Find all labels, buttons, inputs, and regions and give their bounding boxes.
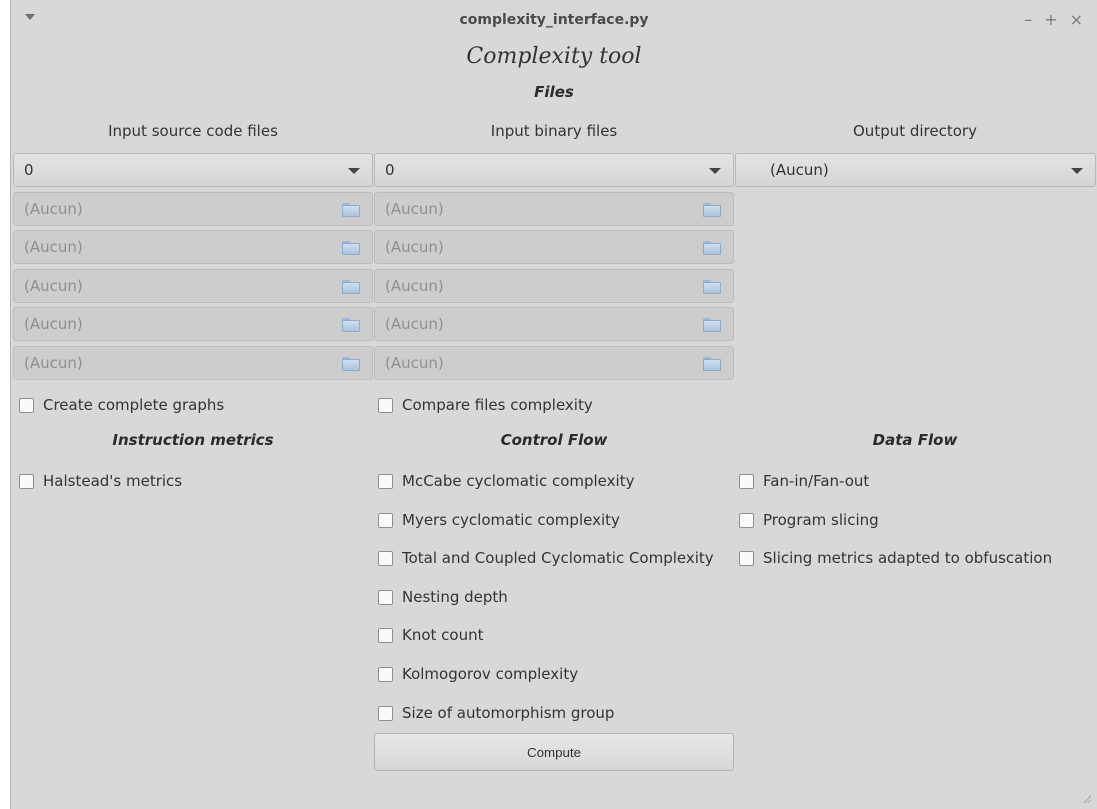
binary-files-count-value: 0 [385, 161, 395, 179]
source-file-chooser[interactable]: (Aucun) [13, 269, 373, 303]
folder-icon [703, 357, 721, 371]
checkbox-label: Total and Coupled Cyclomatic Complexity [402, 549, 714, 567]
fan-in-fan-out-checkbox[interactable]: Fan-in/Fan-out [739, 472, 869, 490]
checkbox-label: Myers cyclomatic complexity [402, 511, 620, 529]
slicing-obfuscation-checkbox[interactable]: Slicing metrics adapted to obfuscation [739, 549, 1052, 567]
kolmogorov-checkbox[interactable]: Kolmogorov complexity [378, 665, 578, 683]
output-directory-value: (Aucun) [770, 161, 829, 179]
checkbox-box[interactable] [739, 473, 754, 489]
source-file-chooser[interactable]: (Aucun) [13, 346, 373, 380]
binary-file-value: (Aucun) [385, 315, 444, 333]
files-section-title: Files [534, 83, 574, 101]
close-icon[interactable]: × [1070, 10, 1083, 29]
compare-files-checkbox[interactable]: Compare files complexity [378, 396, 593, 414]
folder-icon [703, 203, 721, 217]
source-file-value: (Aucun) [24, 238, 83, 256]
resize-grip-icon[interactable] [1083, 795, 1091, 803]
checkbox-label: Knot count [402, 626, 484, 644]
binary-file-chooser[interactable]: (Aucun) [374, 230, 734, 264]
binary-file-value: (Aucun) [385, 238, 444, 256]
binary-files-header: Input binary files [490, 122, 618, 140]
binary-files-count-select[interactable]: 0 [374, 153, 734, 187]
checkbox-label: Size of automorphism group [402, 704, 615, 722]
checkbox-box[interactable] [739, 550, 754, 566]
folder-icon [342, 318, 360, 332]
checkbox-box[interactable] [378, 550, 393, 566]
binary-file-value: (Aucun) [385, 354, 444, 372]
checkbox-label: Halstead's metrics [43, 472, 183, 490]
data-flow-header: Data Flow [872, 431, 958, 449]
window-controls: – + × [1024, 10, 1083, 29]
app-window: complexity_interface.py – + × Complexity… [10, 0, 1097, 809]
output-directory-header: Output directory [853, 122, 977, 140]
folder-icon [342, 357, 360, 371]
mccabe-checkbox[interactable]: McCabe cyclomatic complexity [378, 472, 634, 490]
window-menu-icon[interactable] [25, 14, 35, 20]
checkbox-label: Create complete graphs [43, 396, 225, 414]
binary-file-chooser[interactable]: (Aucun) [374, 269, 734, 303]
checkbox-box[interactable] [378, 397, 393, 413]
folder-icon [342, 241, 360, 255]
checkbox-label: McCabe cyclomatic complexity [402, 472, 635, 490]
checkbox-label: Fan-in/Fan-out [763, 472, 870, 490]
app-title: Complexity tool [466, 44, 642, 69]
chevron-down-icon [348, 168, 360, 174]
compute-button[interactable]: Compute [374, 733, 734, 771]
minimize-icon[interactable]: – [1024, 10, 1032, 29]
title-bar: complexity_interface.py – + × [11, 0, 1097, 40]
checkbox-box[interactable] [378, 666, 393, 682]
program-slicing-checkbox[interactable]: Program slicing [739, 511, 879, 529]
maximize-icon[interactable]: + [1044, 10, 1057, 29]
checkbox-label: Program slicing [763, 511, 879, 529]
myers-checkbox[interactable]: Myers cyclomatic complexity [378, 511, 620, 529]
source-files-count-value: 0 [24, 161, 34, 179]
folder-icon [703, 318, 721, 332]
control-flow-header: Control Flow [500, 431, 608, 449]
source-file-value: (Aucun) [24, 354, 83, 372]
binary-file-chooser[interactable]: (Aucun) [374, 192, 734, 226]
binary-file-chooser[interactable]: (Aucun) [374, 346, 734, 380]
chevron-down-icon [709, 168, 721, 174]
checkbox-label: Nesting depth [402, 588, 508, 606]
checkbox-label: Compare files complexity [402, 396, 593, 414]
folder-icon [703, 280, 721, 294]
source-file-chooser[interactable]: (Aucun) [13, 192, 373, 226]
source-file-value: (Aucun) [24, 277, 83, 295]
nesting-depth-checkbox[interactable]: Nesting depth [378, 588, 508, 606]
output-directory-select[interactable]: (Aucun) [735, 153, 1096, 187]
binary-file-value: (Aucun) [385, 277, 444, 295]
checkbox-box[interactable] [378, 705, 393, 721]
source-file-chooser[interactable]: (Aucun) [13, 307, 373, 341]
binary-file-value: (Aucun) [385, 200, 444, 218]
folder-icon [342, 280, 360, 294]
instruction-metrics-header: Instruction metrics [112, 431, 274, 449]
binary-file-chooser[interactable]: (Aucun) [374, 307, 734, 341]
checkbox-box[interactable] [19, 473, 34, 489]
complete-graphs-checkbox[interactable]: Create complete graphs [19, 396, 224, 414]
folder-icon [342, 203, 360, 217]
automorphism-checkbox[interactable]: Size of automorphism group [378, 704, 614, 722]
checkbox-box[interactable] [378, 512, 393, 528]
checkbox-box[interactable] [378, 589, 393, 605]
checkbox-box[interactable] [19, 397, 34, 413]
checkbox-label: Slicing metrics adapted to obfuscation [763, 549, 1053, 567]
checkbox-box[interactable] [378, 473, 393, 489]
halstead-checkbox[interactable]: Halstead's metrics [19, 472, 182, 490]
source-file-value: (Aucun) [24, 200, 83, 218]
checkbox-label: Kolmogorov complexity [402, 665, 579, 683]
source-files-count-select[interactable]: 0 [13, 153, 373, 187]
knot-count-checkbox[interactable]: Knot count [378, 626, 484, 644]
source-file-value: (Aucun) [24, 315, 83, 333]
checkbox-box[interactable] [739, 512, 754, 528]
folder-icon [703, 241, 721, 255]
chevron-down-icon [1071, 168, 1083, 174]
source-files-header: Input source code files [108, 122, 278, 140]
total-coupled-checkbox[interactable]: Total and Coupled Cyclomatic Complexity [378, 549, 714, 567]
source-file-chooser[interactable]: (Aucun) [13, 230, 373, 264]
window-title: complexity_interface.py [459, 12, 649, 28]
checkbox-box[interactable] [378, 627, 393, 643]
